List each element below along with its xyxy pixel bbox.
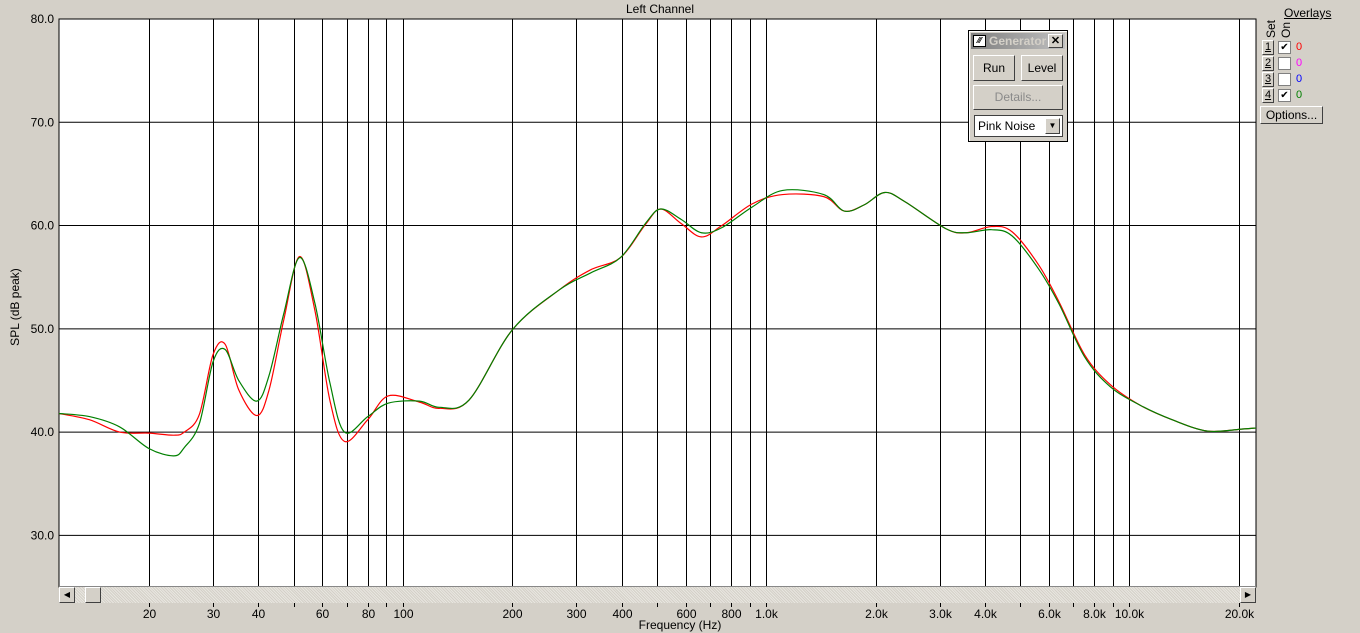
- overlay-on-checkbox[interactable]: [1278, 73, 1291, 86]
- close-icon[interactable]: ✕: [1048, 34, 1063, 48]
- details-button[interactable]: Details...: [973, 85, 1063, 110]
- on-column-label: On: [1279, 21, 1293, 38]
- x-tick-label: 6.0k: [1038, 607, 1062, 621]
- x-tick-label: 40: [252, 607, 266, 621]
- x-axis-label: Frequency (Hz): [638, 618, 722, 632]
- overlays-panel: Overlays Set On 1 ✔ 0 2 0 3 0 4 ✔ 0 Options...: [1258, 0, 1360, 633]
- overlay-on-checkbox[interactable]: ✔: [1278, 89, 1291, 102]
- y-tick-label: 30.0: [31, 528, 55, 542]
- scroll-thumb[interactable]: [85, 587, 101, 603]
- x-tick-label: 80: [362, 607, 376, 621]
- overlay-set-button[interactable]: 1: [1262, 40, 1274, 55]
- generator-titlebar[interactable]: ⁄⁄⁄ Generator ✕: [971, 33, 1065, 49]
- options-button[interactable]: Options...: [1260, 106, 1323, 124]
- overlay-row: 20: [1260, 56, 1320, 72]
- set-column-label: Set: [1264, 19, 1278, 38]
- overlays-title: Overlays: [1284, 6, 1332, 20]
- overlay-row: 30: [1260, 72, 1320, 88]
- y-tick-label: 50.0: [31, 322, 55, 336]
- chart-title: Left Channel: [625, 2, 695, 16]
- level-button[interactable]: Level: [1021, 55, 1063, 81]
- overlay-on-checkbox[interactable]: [1278, 57, 1291, 70]
- x-tick-label: 60: [316, 607, 330, 621]
- overlay-count: 0: [1296, 41, 1303, 53]
- x-tick-label: 8.0k: [1083, 607, 1107, 621]
- signal-select-value: Pink Noise: [978, 119, 1036, 133]
- overlay-on-checkbox[interactable]: ✔: [1278, 41, 1291, 54]
- x-tick-label: 30: [207, 607, 221, 621]
- y-tick-label: 40.0: [31, 425, 55, 439]
- x-tick-label: 4.0k: [974, 607, 998, 621]
- x-tick-label: 100: [393, 607, 413, 621]
- x-tick-label: 20: [143, 607, 157, 621]
- x-tick-label: 3.0k: [929, 607, 953, 621]
- x-tick-label: 2.0k: [865, 607, 889, 621]
- overlay-row: 1 ✔ 0: [1260, 40, 1320, 56]
- overlay-set-button[interactable]: 3: [1262, 72, 1274, 87]
- scroll-left-button[interactable]: ◀: [59, 587, 75, 603]
- overlay-count: 0: [1296, 57, 1303, 69]
- chevron-down-icon[interactable]: ▼: [1045, 118, 1060, 134]
- scroll-right-button[interactable]: ▶: [1240, 587, 1256, 603]
- y-tick-label: 70.0: [31, 115, 55, 129]
- x-tick-label: 10.0k: [1115, 607, 1145, 621]
- y-axis-label: SPL (dB peak): [8, 268, 22, 346]
- x-tick-label: 200: [502, 607, 522, 621]
- y-tick-label: 80.0: [31, 12, 55, 26]
- generator-title: Generator: [989, 34, 1047, 48]
- overlay-count: 0: [1296, 73, 1303, 85]
- run-button[interactable]: Run: [973, 55, 1015, 81]
- overlay-set-button[interactable]: 4: [1262, 88, 1274, 103]
- y-tick-label: 60.0: [31, 219, 55, 233]
- generator-window: ⁄⁄⁄ Generator ✕ Run Level Details... Pin…: [968, 30, 1068, 142]
- overlay-row: 4 ✔ 0: [1260, 88, 1320, 104]
- signal-select[interactable]: Pink Noise ▼: [974, 115, 1063, 137]
- waveform-icon: ⁄⁄⁄: [973, 35, 986, 47]
- frequency-response-chart: 80.0 70.0 60.0 50.0 40.0 30.0 20 30 40 60 80 100 200…: [31, 12, 1257, 621]
- overlay-count: 0: [1296, 89, 1303, 101]
- horizontal-scrollbar[interactable]: ◀ ▶: [59, 586, 1256, 603]
- overlay-set-button[interactable]: 2: [1262, 56, 1274, 71]
- x-tick-label: 20.0k: [1225, 607, 1255, 621]
